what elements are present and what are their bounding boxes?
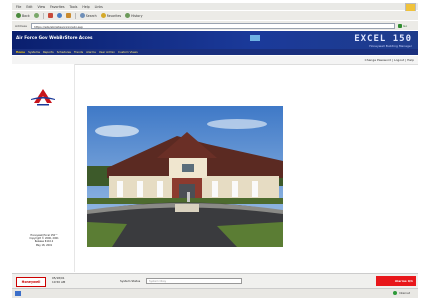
menu-links[interactable]: Links bbox=[95, 5, 103, 9]
home-icon bbox=[65, 13, 71, 18]
nav-trends[interactable]: Trends bbox=[74, 50, 83, 54]
star-icon bbox=[100, 13, 106, 18]
forward-button[interactable] bbox=[33, 13, 39, 18]
left-panel: Honeywell Excel 150™ Copyright © 2000, 2… bbox=[12, 64, 75, 272]
page-done-icon bbox=[15, 291, 21, 296]
nav-systems[interactable]: Systems bbox=[28, 50, 40, 54]
security-zone: Internet bbox=[392, 291, 410, 295]
address-label: Address bbox=[15, 23, 27, 28]
stop-button[interactable] bbox=[47, 13, 53, 18]
logo-subtitle: Honeywell Building Manager bbox=[369, 44, 412, 48]
history-label: History bbox=[131, 13, 143, 18]
go-button[interactable]: Go bbox=[398, 23, 408, 28]
nav-reports[interactable]: Reports bbox=[43, 50, 54, 54]
date-time: 05/18/01 10:50 AM bbox=[52, 276, 66, 284]
browser-window: File Edit View Favorites Tools Help Link… bbox=[12, 0, 418, 303]
change-password-link[interactable]: Change Password | Logout | Help bbox=[365, 58, 414, 62]
app-footer: Honeywell 05/18/01 10:50 AM System Statu… bbox=[12, 273, 418, 288]
alarm-button[interactable]: Alarms 0/1 bbox=[376, 276, 416, 286]
zone-label: Internet bbox=[398, 291, 410, 295]
refresh-icon bbox=[56, 13, 62, 18]
address-bar: Address https://ebi/ebi/sites/xxxx/ebi.a… bbox=[12, 21, 418, 30]
system-status-label: System Status bbox=[120, 279, 141, 283]
browser-status-bar: Internet bbox=[12, 288, 418, 298]
go-label: Go bbox=[403, 23, 408, 28]
version-info: Honeywell Excel 150™ Copyright © 2000, 2… bbox=[22, 234, 66, 247]
menu-file[interactable]: File bbox=[16, 5, 21, 9]
system-status-field: System Okay bbox=[146, 278, 242, 284]
excel-logo: EXCEL 150 Honeywell Building Manager bbox=[354, 34, 412, 48]
back-label: Back bbox=[22, 13, 30, 18]
history-icon bbox=[125, 13, 131, 18]
header-indicator bbox=[250, 35, 260, 41]
menu-help[interactable]: Help bbox=[82, 5, 89, 9]
browser-menubar: File Edit View Favorites Tools Help Link… bbox=[12, 3, 418, 10]
search-label: Search bbox=[85, 13, 97, 18]
address-input[interactable]: https://ebi/ebi/sites/xxxx/ebi.asp bbox=[31, 22, 395, 29]
forward-arrow-icon bbox=[33, 13, 39, 18]
nav-alarms[interactable]: Alarms bbox=[86, 50, 96, 54]
logo-text: EXCEL 150 bbox=[354, 34, 412, 44]
nav-schedules[interactable]: Schedules bbox=[57, 50, 71, 54]
stop-icon bbox=[47, 13, 53, 18]
toolbar-divider bbox=[42, 12, 44, 19]
search-button[interactable]: Search bbox=[79, 13, 97, 18]
back-button[interactable]: Back bbox=[16, 13, 30, 18]
air-force-logo-icon bbox=[28, 88, 58, 108]
browser-toolbar: Back Search Favorites History bbox=[12, 11, 418, 20]
home-button[interactable] bbox=[65, 13, 71, 18]
go-arrow-icon bbox=[398, 23, 402, 28]
search-icon bbox=[79, 13, 85, 18]
internet-zone-icon bbox=[392, 291, 397, 295]
building-photo bbox=[87, 106, 283, 247]
menu-view[interactable]: View bbox=[38, 5, 46, 9]
honeywell-logo[interactable]: Honeywell bbox=[16, 277, 46, 287]
app-navbar: Home Systems Reports Schedules Trends Al… bbox=[12, 49, 418, 55]
nav-home[interactable]: Home bbox=[16, 50, 25, 54]
nav-user-admin[interactable]: User Admin bbox=[99, 50, 115, 54]
refresh-button[interactable] bbox=[56, 13, 62, 18]
toolbar-divider bbox=[74, 12, 76, 19]
back-arrow-icon bbox=[16, 13, 21, 18]
history-button[interactable]: History bbox=[125, 13, 142, 18]
favorites-button[interactable]: Favorites bbox=[100, 13, 122, 18]
nav-custom-views[interactable]: Custom Views bbox=[118, 50, 138, 54]
menu-edit[interactable]: Edit bbox=[26, 5, 32, 9]
menu-tools[interactable]: Tools bbox=[70, 5, 78, 9]
version-line: May 18, 2001 bbox=[35, 243, 53, 247]
current-time: 10:50 AM bbox=[52, 279, 66, 284]
app-title: Air Force Gov WebBrStore Acces bbox=[16, 35, 93, 40]
favorites-label: Favorites bbox=[106, 13, 122, 18]
menu-favorites[interactable]: Favorites bbox=[50, 5, 64, 9]
